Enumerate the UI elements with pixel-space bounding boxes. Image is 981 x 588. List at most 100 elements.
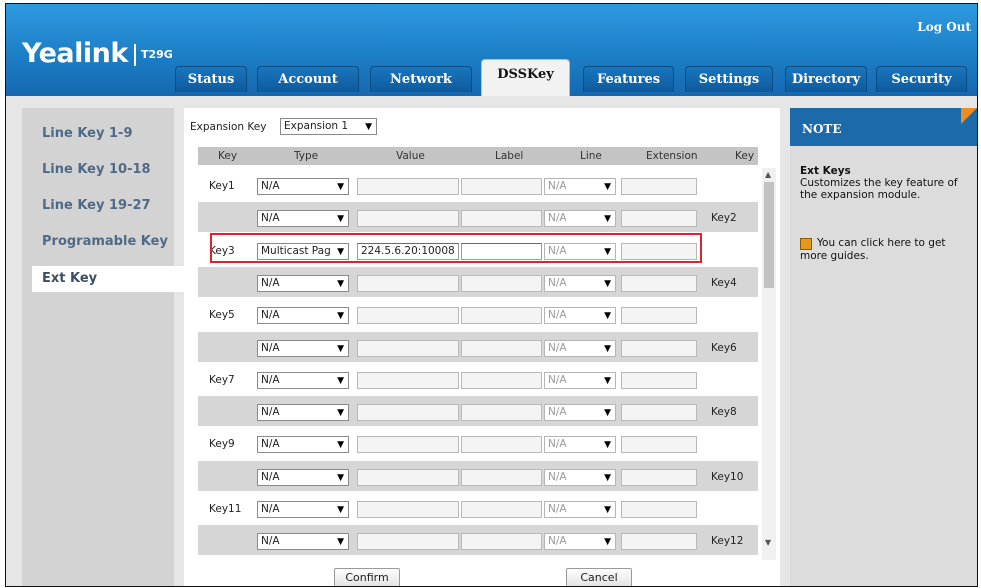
tab-security[interactable]: Security (876, 66, 967, 92)
extension-input[interactable] (621, 436, 697, 453)
label-input[interactable] (461, 501, 542, 518)
line-select-value: N/A (548, 212, 567, 224)
type-select[interactable]: N/A ▼ (257, 404, 349, 421)
header-bar: Yealink T29G Log Out Status Account Netw… (6, 4, 977, 96)
note-heading: NOTE (790, 108, 977, 146)
value-input[interactable] (357, 533, 459, 550)
line-select[interactable]: N/A ▼ (544, 340, 616, 357)
type-select[interactable]: N/A ▼ (257, 275, 349, 292)
type-select[interactable]: N/A ▼ (257, 501, 349, 518)
tab-features[interactable]: Features (583, 66, 674, 92)
model-label: T29G (141, 48, 173, 61)
type-select[interactable]: N/A ▼ (257, 178, 349, 195)
type-select[interactable]: N/A ▼ (257, 469, 349, 486)
label-input[interactable] (461, 436, 542, 453)
type-select[interactable]: N/A ▼ (257, 210, 349, 227)
sidebar-item-ext-key[interactable]: Ext Key (42, 271, 97, 286)
type-select[interactable]: N/A ▼ (257, 372, 349, 389)
value-input[interactable] (357, 404, 459, 421)
logout-link[interactable]: Log Out (917, 20, 971, 34)
type-select[interactable]: N/A ▼ (257, 436, 349, 453)
label-input[interactable] (461, 275, 542, 292)
chevron-down-icon: ▼ (604, 408, 611, 418)
key3-highlight-box (210, 233, 702, 263)
table-scrollbar[interactable]: ▲ ▼ (762, 168, 776, 560)
label-input[interactable] (461, 533, 542, 550)
extension-input[interactable] (621, 275, 697, 292)
chevron-down-icon: ▼ (604, 182, 611, 192)
line-select[interactable]: N/A ▼ (544, 436, 616, 453)
label-input[interactable] (461, 178, 542, 195)
extension-input[interactable] (621, 307, 697, 324)
extension-input[interactable] (621, 340, 697, 357)
type-select[interactable]: N/A ▼ (257, 307, 349, 324)
tab-network[interactable]: Network (370, 66, 472, 92)
tab-dsskey[interactable]: DSSKey (481, 59, 570, 96)
sidebar-item-line-key-10-18[interactable]: Line Key 10-18 (42, 162, 151, 177)
value-input[interactable] (357, 469, 459, 486)
line-select[interactable]: N/A ▼ (544, 275, 616, 292)
tab-settings[interactable]: Settings (685, 66, 773, 92)
line-select[interactable]: N/A ▼ (544, 501, 616, 518)
value-input[interactable] (357, 210, 459, 227)
sidebar: Line Key 1-9 Line Key 10-18 Line Key 19-… (22, 108, 190, 586)
tab-directory[interactable]: Directory (785, 66, 867, 92)
value-input[interactable] (357, 178, 459, 195)
extension-input[interactable] (621, 501, 697, 518)
extension-input[interactable] (621, 210, 697, 227)
line-select-value: N/A (548, 374, 567, 386)
line-select[interactable]: N/A ▼ (544, 307, 616, 324)
sidebar-item-line-key-19-27[interactable]: Line Key 19-27 (42, 198, 151, 213)
label-input[interactable] (461, 404, 542, 421)
chevron-down-icon: ▼ (604, 279, 611, 289)
line-select[interactable]: N/A ▼ (544, 469, 616, 486)
tab-status[interactable]: Status (175, 66, 247, 92)
extension-input[interactable] (621, 533, 697, 550)
chevron-down-icon: ▼ (337, 279, 344, 289)
chevron-down-icon: ▼ (604, 376, 611, 386)
label-input[interactable] (461, 307, 542, 324)
label-input[interactable] (461, 340, 542, 357)
col-key-right: Key (735, 150, 755, 162)
type-select-value: N/A (261, 535, 280, 547)
chevron-down-icon: ▼ (365, 122, 372, 132)
extension-input[interactable] (621, 178, 697, 195)
type-select[interactable]: N/A ▼ (257, 340, 349, 357)
label-input[interactable] (461, 469, 542, 486)
line-select[interactable]: N/A ▼ (544, 178, 616, 195)
line-select[interactable]: N/A ▼ (544, 404, 616, 421)
value-input[interactable] (357, 307, 459, 324)
extension-input[interactable] (621, 404, 697, 421)
expansion-select[interactable]: Expansion 1 ▼ (280, 118, 377, 135)
label-input[interactable] (461, 210, 542, 227)
cancel-button[interactable]: Cancel (566, 568, 632, 586)
value-input[interactable] (357, 340, 459, 357)
chevron-down-icon: ▼ (337, 344, 344, 354)
extension-input[interactable] (621, 469, 697, 486)
line-select[interactable]: N/A ▼ (544, 533, 616, 550)
scroll-down-icon[interactable]: ▼ (765, 538, 771, 547)
value-input[interactable] (357, 436, 459, 453)
extension-input[interactable] (621, 372, 697, 389)
scroll-up-icon[interactable]: ▲ (765, 170, 771, 179)
value-input[interactable] (357, 372, 459, 389)
line-select[interactable]: N/A ▼ (544, 210, 616, 227)
value-input[interactable] (357, 501, 459, 518)
browser-frame: Yealink T29G Log Out Status Account Netw… (5, 3, 978, 587)
sidebar-item-line-key-1-9[interactable]: Line Key 1-9 (42, 126, 133, 141)
chevron-down-icon: ▼ (604, 440, 611, 450)
col-label: Label (495, 150, 524, 162)
tab-account[interactable]: Account (257, 66, 359, 92)
line-select-value: N/A (548, 180, 567, 192)
guide-link[interactable]: You can click here to get more guides. (800, 237, 975, 263)
line-select-value: N/A (548, 406, 567, 418)
scroll-thumb[interactable] (764, 182, 774, 288)
line-select-value: N/A (548, 471, 567, 483)
value-input[interactable] (357, 275, 459, 292)
label-input[interactable] (461, 372, 542, 389)
line-select[interactable]: N/A ▼ (544, 372, 616, 389)
chevron-down-icon: ▼ (604, 537, 611, 547)
confirm-button[interactable]: Confirm (334, 568, 400, 586)
sidebar-item-programable-key[interactable]: Programable Key (42, 234, 168, 249)
type-select[interactable]: N/A ▼ (257, 533, 349, 550)
